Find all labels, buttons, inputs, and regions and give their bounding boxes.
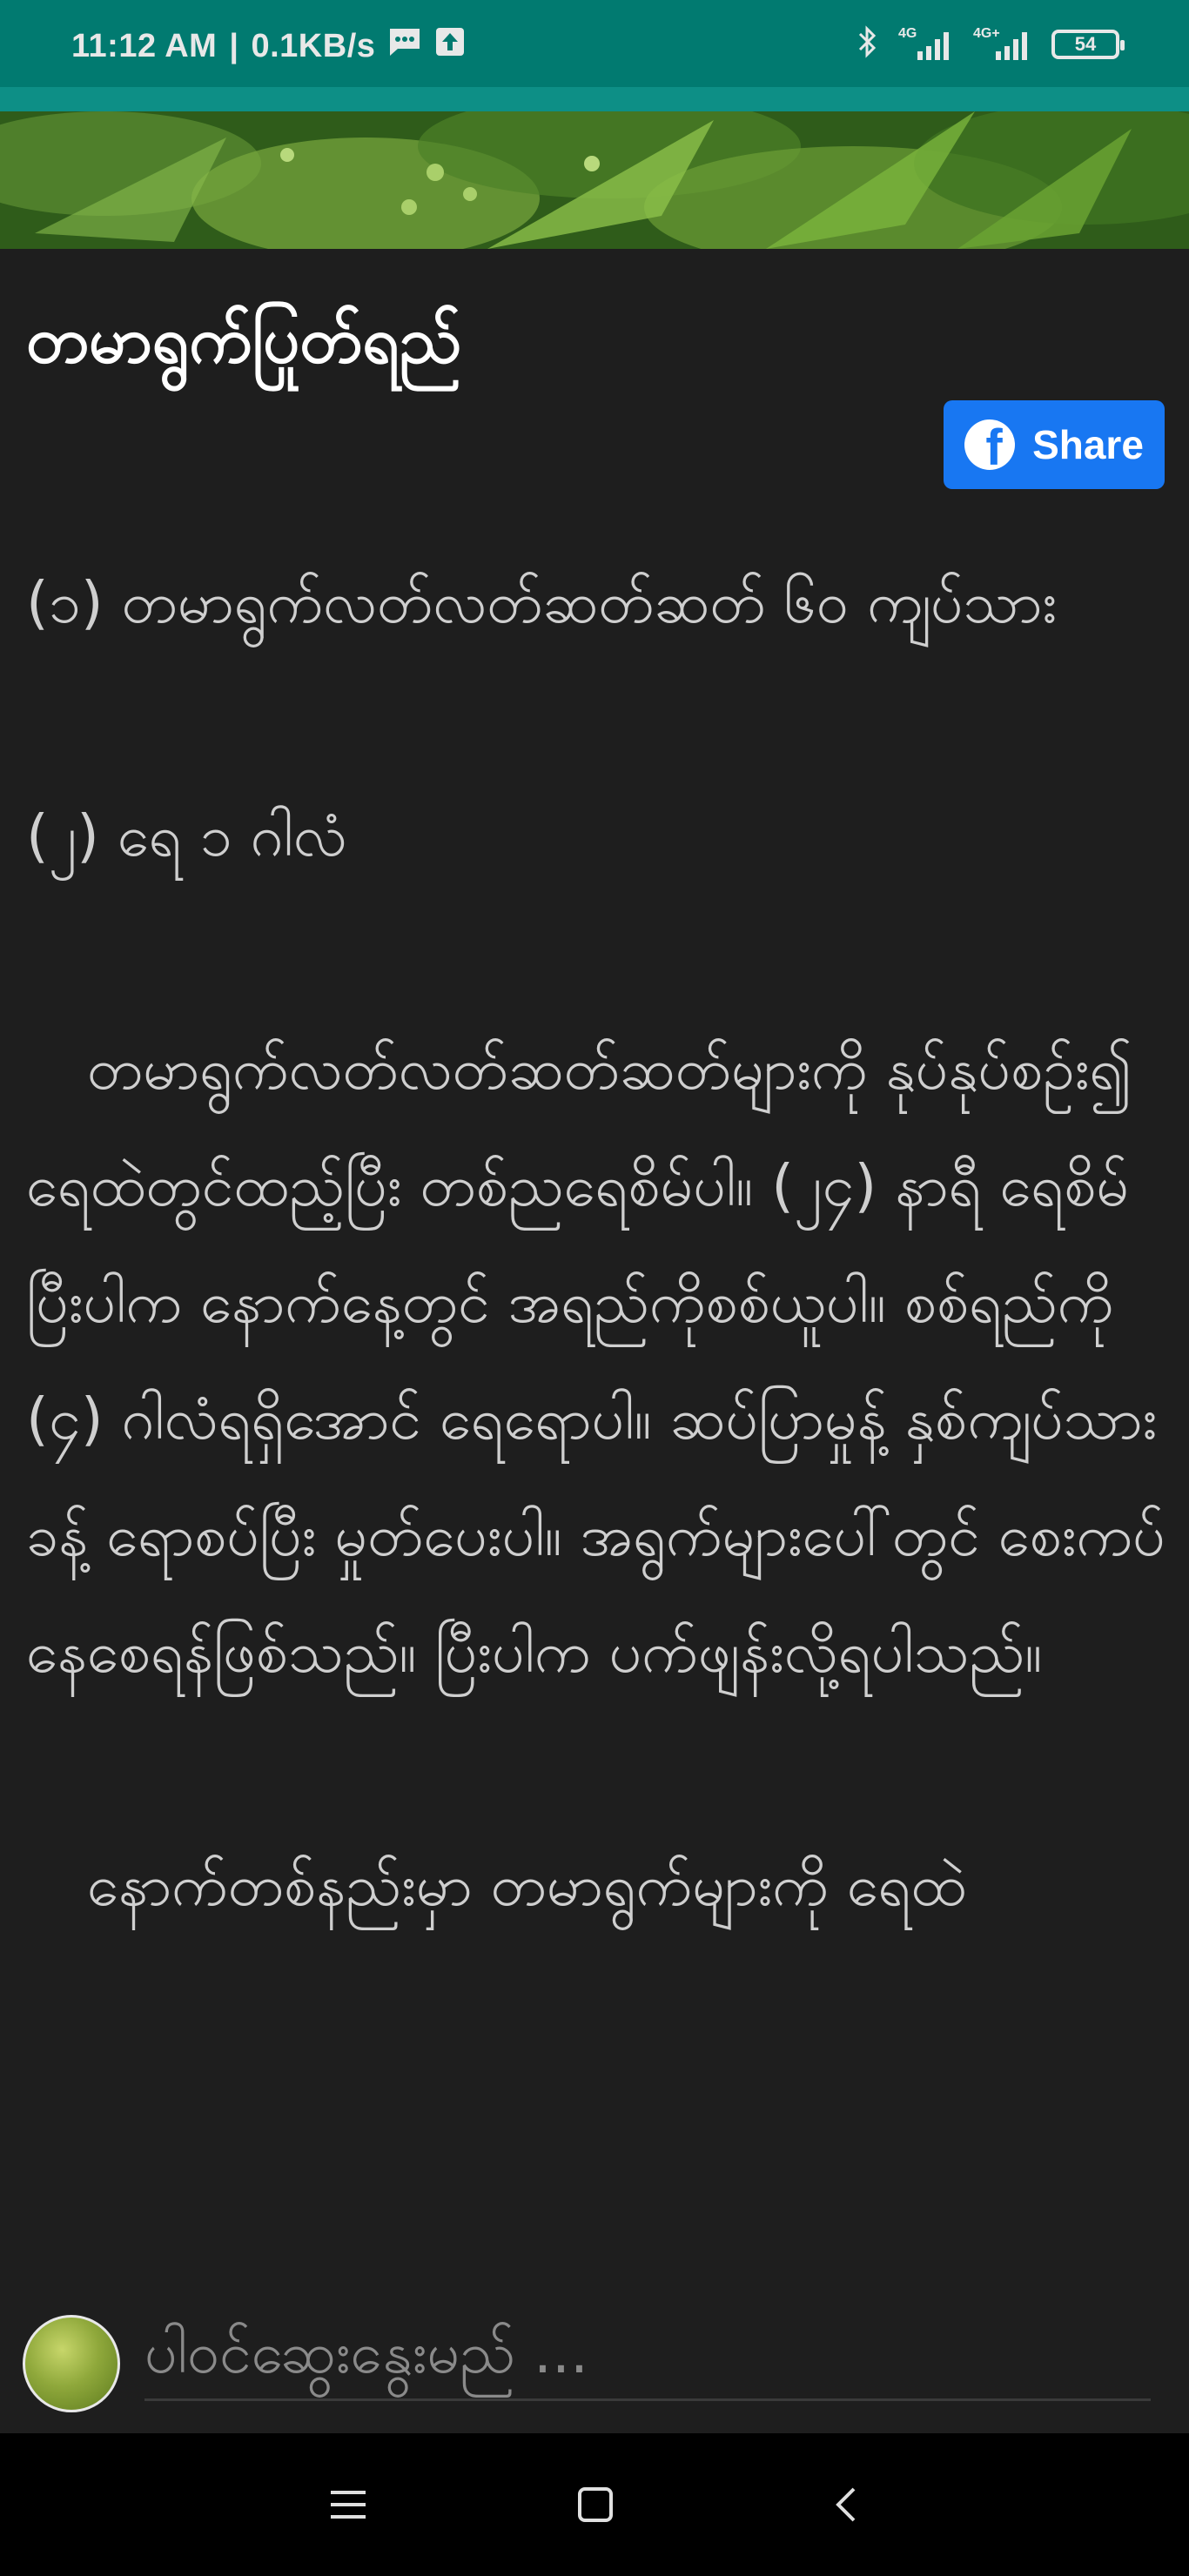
toolbar-strip — [0, 87, 1189, 111]
share-label: Share — [1032, 422, 1144, 467]
home-icon[interactable] — [568, 2477, 623, 2532]
comment-input[interactable]: ပါဝင်ဆွေးနွေးမည် ... — [144, 2311, 1151, 2401]
status-left: 11:12 AM | 0.1KB/s — [71, 26, 466, 66]
ingredient-2: (၂) ရေ ၁ ဂါလံ — [26, 802, 347, 869]
screen: 11:12 AM | 0.1KB/s 4G 4G+ 54 တမာရွက်ပြုတ… — [0, 0, 1189, 2576]
signal-icon: 4G — [898, 26, 954, 62]
ingredient-1: (၁) တမာရွက်လတ်လတ်ဆတ်ဆတ် ၆၀ ကျပ်သား — [26, 569, 1058, 636]
instructions-paragraph: တမာရွက်လတ်လတ်ဆတ်ဆတ်များကို နုပ်နုပ်စဉ်း၍… — [26, 1036, 1165, 1686]
facebook-icon: f — [964, 419, 1016, 470]
status-speed: 0.1KB/s — [251, 27, 376, 64]
bluetooth-icon — [856, 24, 879, 64]
header-image — [0, 111, 1189, 249]
facebook-share-button[interactable]: f Share — [944, 400, 1165, 489]
message-icon — [387, 26, 422, 66]
status-separator: | — [229, 27, 239, 64]
back-icon[interactable] — [818, 2477, 874, 2532]
battery-level: 54 — [1074, 32, 1097, 55]
comment-bar: ပါဝင်ဆွေးနွေးမည် ... — [0, 2277, 1189, 2433]
avatar — [23, 2315, 120, 2412]
status-right: 4G 4G+ 54 — [856, 24, 1125, 64]
article-body: (၁) တမာရွက်လတ်လတ်ဆတ်ဆတ် ၆၀ ကျပ်သား (၂) ရ… — [26, 545, 1166, 1944]
signal-icon: 4G+ — [973, 26, 1032, 62]
page-title: တမာရွက်ပြုတ်ရည် — [26, 303, 462, 378]
battery-icon: 54 — [1051, 29, 1125, 59]
upload-icon — [434, 26, 466, 66]
article-content: တမာရွက်ပြုတ်ရည် f Share (၁) တမာရွက်လတ်လတ… — [0, 249, 1189, 2277]
menu-icon[interactable] — [320, 2477, 376, 2532]
navigation-bar — [0, 2433, 1189, 2576]
alternate-method-paragraph: နောက်တစ်နည်းမှာ တမာရွက်များကို ရေထဲ — [87, 1852, 967, 1919]
status-bar: 11:12 AM | 0.1KB/s 4G 4G+ 54 — [0, 0, 1189, 87]
status-time: 11:12 AM — [71, 27, 218, 64]
